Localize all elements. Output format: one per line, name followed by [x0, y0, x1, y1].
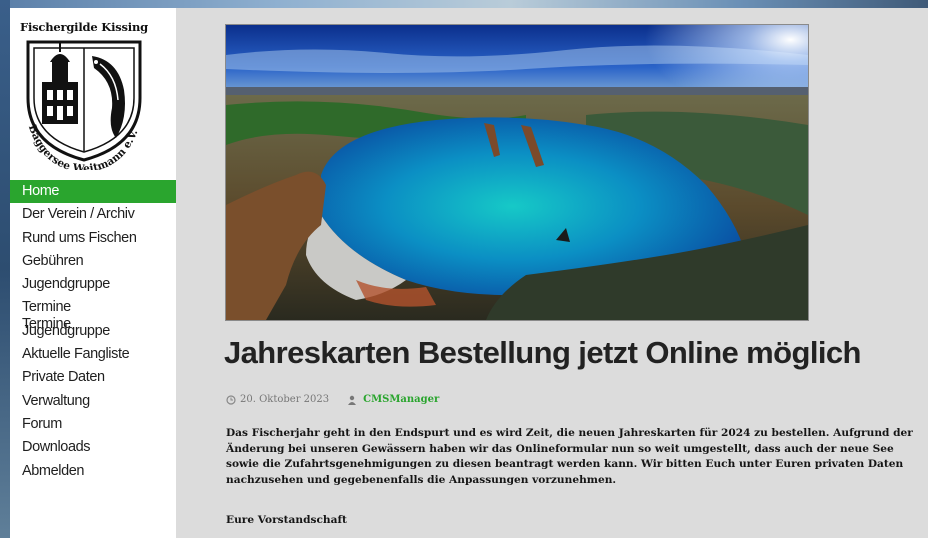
post-body: Das Fischerjahr geht in den Endspurt und…	[226, 426, 916, 488]
post-author[interactable]: CMSManager	[363, 394, 439, 405]
hero-lake-image	[225, 24, 809, 321]
post-date[interactable]: 20. Oktober 2023	[240, 394, 329, 405]
nav-item-forum[interactable]: Forum	[10, 413, 176, 436]
nav-item-termine-jugendgruppe-line1: Termine	[22, 315, 71, 332]
nav-item-verein-archiv[interactable]: Der Verein / Archiv	[10, 203, 176, 226]
window-frame-top	[0, 0, 928, 8]
main-content: Jahreskarten Bestellung jetzt Online mög…	[176, 8, 928, 538]
post-body-paragraph: Das Fischerjahr geht in den Endspurt und…	[226, 427, 913, 486]
post-title[interactable]: Jahreskarten Bestellung jetzt Online mög…	[224, 335, 924, 371]
svg-text:Baggersee Weitmann e.V.: Baggersee Weitmann e.V.	[26, 123, 141, 170]
nav-item-termine-jugendgruppe[interactable]: Termine Jugendgruppe	[10, 316, 176, 343]
nav-item-jugendgruppe[interactable]: Jugendgruppe	[10, 273, 176, 296]
post-signoff: Eure Vorstandschaft	[226, 514, 347, 526]
nav-item-downloads[interactable]: Downloads	[10, 436, 176, 459]
aerial-lake-photo	[226, 25, 808, 320]
nav-item-verwaltung[interactable]: Verwaltung	[10, 390, 176, 413]
clock-icon	[226, 394, 236, 405]
club-logo[interactable]: Fischergilde Kissing Baggersee Weitmann …	[20, 20, 148, 170]
nav-item-aktuelle-fangliste[interactable]: Aktuelle Fangliste	[10, 343, 176, 366]
user-icon	[348, 395, 357, 405]
sidebar: Fischergilde Kissing Baggersee Weitmann …	[10, 8, 176, 538]
post-meta: 20. Oktober 2023 CMSManager	[226, 394, 439, 405]
logo-ring-text: Baggersee Weitmann e.V.	[26, 123, 141, 170]
nav-item-home[interactable]: Home	[10, 180, 176, 204]
nav-item-abmelden[interactable]: Abmelden	[10, 460, 176, 483]
window-frame-left	[0, 0, 10, 538]
nav-item-private-daten[interactable]: Private Daten	[10, 366, 176, 389]
nav-item-gebuehren[interactable]: Gebühren	[10, 250, 176, 273]
main-navigation: Home Der Verein / Archiv Rund ums Fische…	[10, 180, 176, 483]
nav-item-rund-ums-fischen[interactable]: Rund ums Fischen	[10, 227, 176, 250]
